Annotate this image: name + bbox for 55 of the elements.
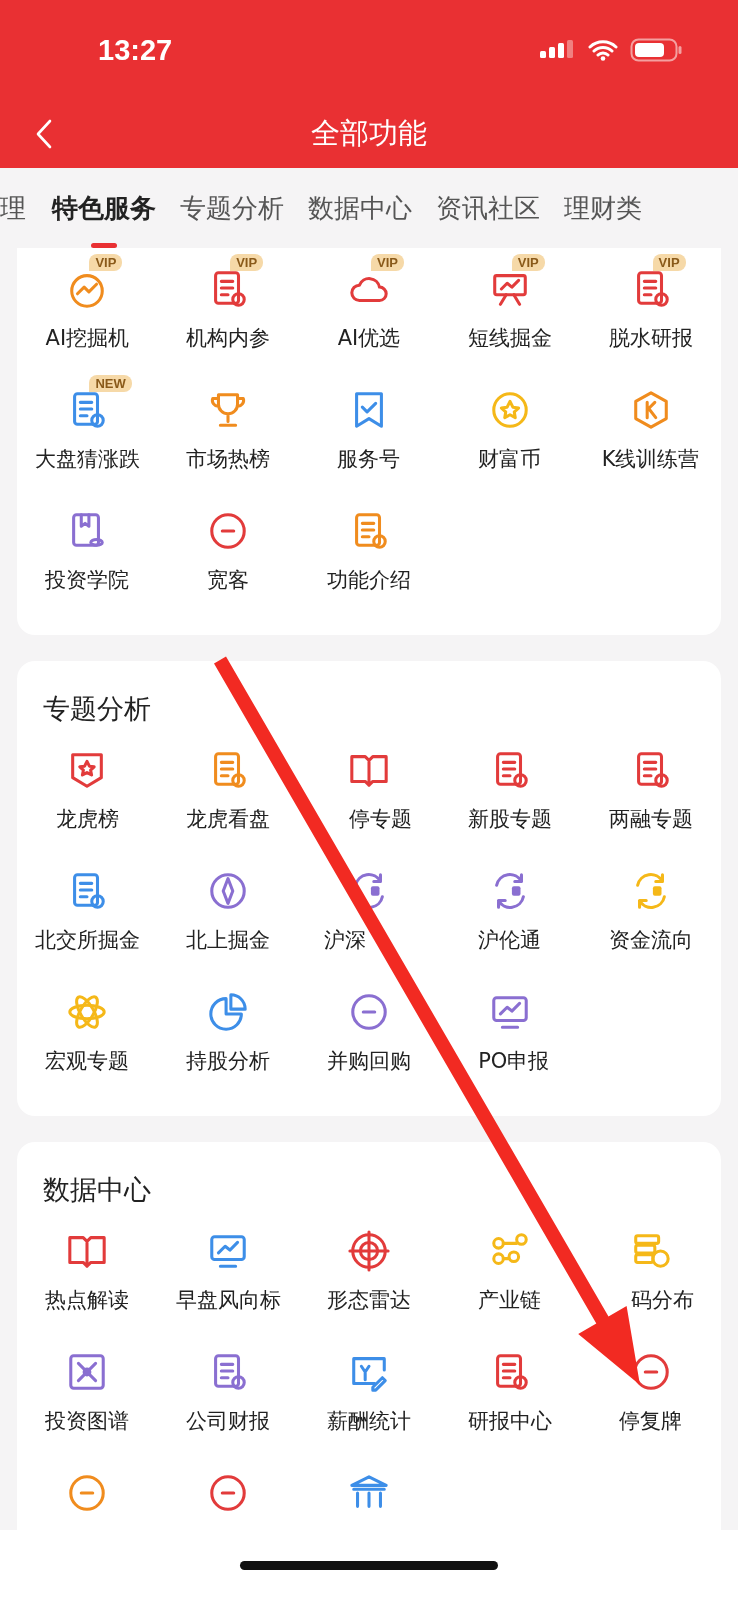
feature-item[interactable]: VIP AI挖掘机 [17, 254, 158, 375]
feature-item[interactable]: 研报中心 [439, 1337, 581, 1458]
wifi-icon [588, 39, 618, 61]
feature-item[interactable]: 龙虎榜 [17, 735, 158, 856]
signal-icon [540, 40, 576, 60]
feature-item[interactable]: 龙虎看盘 [157, 735, 299, 856]
feature-item[interactable]: VIP AI优选 [298, 254, 440, 375]
feature-item[interactable]: NEW 大盘猜涨跌 [17, 375, 158, 496]
feature-item[interactable]: 沪伦通 [439, 856, 581, 977]
feature-item[interactable]: 停专题 [298, 735, 440, 856]
feature-item[interactable]: 市场热榜 [157, 375, 299, 496]
feature-item[interactable]: PO申报 [439, 977, 581, 1098]
feature-item[interactable]: 服务号 [298, 375, 440, 496]
feature-item[interactable]: 形态雷达 [298, 1216, 440, 1337]
item-badge: NEW [89, 375, 132, 392]
feature-item[interactable]: 宽客 [157, 496, 299, 617]
feature-item[interactable]: 功能介绍 [298, 496, 440, 617]
feature-item[interactable]: 薪酬统计 [298, 1337, 440, 1458]
item-badge: VIP [652, 254, 686, 271]
feature-item[interactable]: 新股专题 [439, 735, 581, 856]
category-tab[interactable]: 理 [0, 168, 26, 248]
feature-item[interactable]: 并购回购 [298, 977, 440, 1098]
category-tab[interactable]: 数据中心 [308, 168, 412, 248]
feature-item[interactable]: 码分布 [580, 1216, 721, 1337]
category-tab[interactable]: 资讯社区 [436, 168, 540, 248]
feature-item[interactable]: 持股分析 [157, 977, 299, 1098]
category-tab[interactable]: 理财类 [564, 168, 642, 248]
item-badge: VIP [230, 254, 264, 271]
feature-item[interactable]: 北交所掘金 [17, 856, 158, 977]
feature-item[interactable]: 投资学院 [17, 496, 158, 617]
feature-item[interactable]: 资金流向 [580, 856, 721, 977]
item-badge: VIP [89, 254, 123, 271]
feature-item[interactable]: 财富币 [439, 375, 581, 496]
feature-item[interactable]: K线训练营 [580, 375, 721, 496]
feature-item[interactable]: 热点解读 [17, 1216, 158, 1337]
item-badge: VIP [371, 254, 404, 271]
page-title: 全部功能 [311, 115, 427, 152]
feature-item[interactable]: VIP 机构内参 [157, 254, 299, 375]
category-tab[interactable]: 专题分析 [180, 168, 284, 248]
section-title: 数据中心 [42, 1173, 152, 1207]
feature-item[interactable]: VIP 短线掘金 [439, 254, 581, 375]
feature-item[interactable]: 公司财报 [157, 1337, 299, 1458]
battery-icon [630, 38, 682, 62]
item-badge: VIP [511, 254, 545, 271]
feature-item[interactable]: 北上掘金 [157, 856, 299, 977]
feature-item[interactable]: 两融专题 [580, 735, 721, 856]
feature-item[interactable]: 投资图谱 [17, 1337, 158, 1458]
feature-item[interactable]: VIP 脱水研报 [580, 254, 721, 375]
feature-item[interactable]: 宏观专题 [17, 977, 158, 1098]
status-time: 13:27 [98, 33, 173, 67]
feature-item[interactable]: 早盘风向标 [157, 1216, 299, 1337]
section-title: 专题分析 [42, 692, 152, 726]
feature-item[interactable]: 停复牌 [580, 1337, 721, 1458]
category-tab[interactable]: 特色服务 [52, 168, 156, 248]
feature-item[interactable]: 产业链 [439, 1216, 581, 1337]
